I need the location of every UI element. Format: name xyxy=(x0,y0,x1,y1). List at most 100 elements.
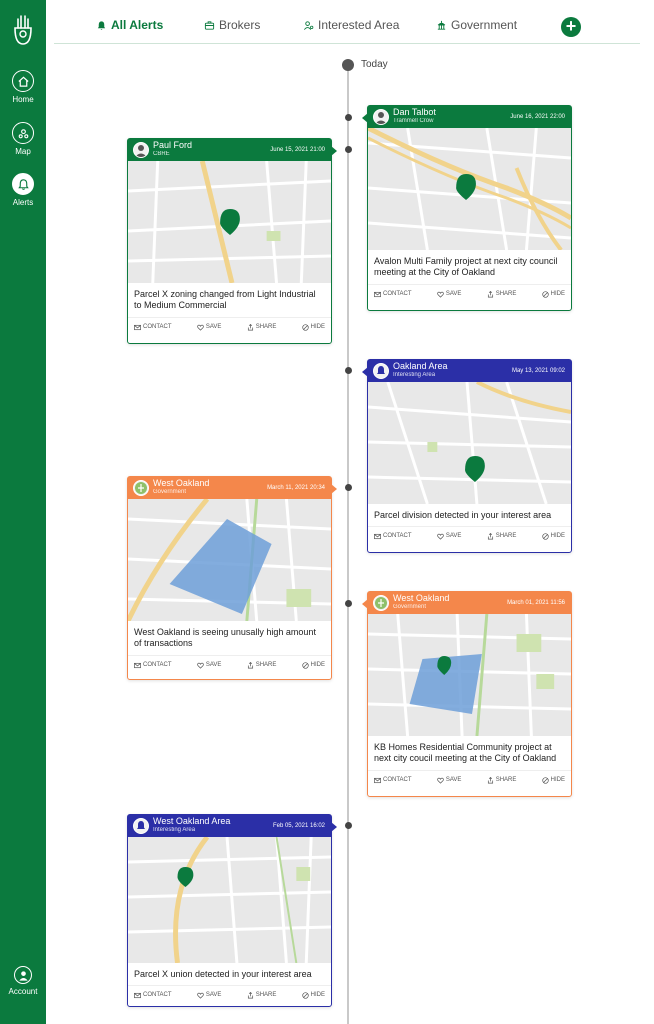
alert-card[interactable]: Paul Ford CBRE June 15, 2021 21:00 Parcel… xyxy=(127,138,337,344)
tab-interested-area[interactable]: Interested Area xyxy=(303,18,399,32)
avatar xyxy=(133,142,149,158)
map-thumbnail[interactable] xyxy=(128,837,331,963)
mail-icon xyxy=(374,291,381,297)
card-description: Parcel division detected in your interes… xyxy=(374,510,552,520)
card-actions: CONTACT SAVE SHARE HIDE xyxy=(128,655,331,671)
alert-card[interactable]: West Oakland Government March 01, 2021 11… xyxy=(362,591,572,797)
alert-card[interactable]: West Oakland Area Interesting Area Feb 05… xyxy=(127,814,337,1007)
contact-button[interactable]: CONTACT xyxy=(134,321,172,333)
contact-button[interactable]: CONTACT xyxy=(134,989,172,1001)
sidebar-item-account[interactable]: Account xyxy=(0,966,46,996)
timeline-dot xyxy=(345,600,352,607)
hide-icon xyxy=(301,661,309,669)
map-thumbnail[interactable] xyxy=(368,614,571,736)
contact-button[interactable]: CONTACT xyxy=(374,774,412,786)
avatar xyxy=(133,480,149,496)
hide-button[interactable]: HIDE xyxy=(541,530,565,542)
avatar xyxy=(373,595,389,611)
share-button[interactable]: SHARE xyxy=(247,659,276,671)
card-actions: CONTACT SAVE SHARE HIDE xyxy=(368,284,571,300)
avatar xyxy=(133,818,149,834)
card-description: Parcel X zoning changed from Light Indus… xyxy=(134,289,316,310)
timeline-dot xyxy=(345,114,352,121)
card-actions: CONTACT SAVE SHARE HIDE xyxy=(128,317,331,333)
map-icon xyxy=(12,122,34,144)
hide-icon xyxy=(541,532,549,540)
map-thumbnail[interactable] xyxy=(128,499,331,621)
card-header: West Oakland Government March 11, 2021 20… xyxy=(128,477,337,499)
card-header: West Oakland Government March 01, 2021 11… xyxy=(362,592,571,614)
heart-icon xyxy=(197,662,204,669)
mail-icon xyxy=(134,662,141,668)
interest-area-icon xyxy=(137,821,145,829)
save-button[interactable]: SAVE xyxy=(197,321,221,333)
share-icon xyxy=(247,991,253,998)
share-button[interactable]: SHARE xyxy=(247,989,276,1001)
map-thumbnail[interactable] xyxy=(368,382,571,504)
share-button[interactable]: SHARE xyxy=(487,288,516,300)
save-button[interactable]: SAVE xyxy=(437,288,461,300)
contact-button[interactable]: CONTACT xyxy=(374,288,412,300)
alert-card[interactable]: West Oakland Government March 11, 2021 20… xyxy=(127,476,337,680)
card-header: Paul Ford CBRE June 15, 2021 21:00 xyxy=(128,139,337,161)
share-button[interactable]: SHARE xyxy=(487,530,516,542)
alert-card[interactable]: Dan Talbot Trammell Crow June 16, 2021 22… xyxy=(362,105,572,311)
card-header: Dan Talbot Trammell Crow June 16, 2021 22… xyxy=(362,106,571,128)
contact-button[interactable]: CONTACT xyxy=(134,659,172,671)
hide-button[interactable]: HIDE xyxy=(301,659,325,671)
share-icon xyxy=(247,323,253,330)
card-actions: CONTACT SAVE SHARE HIDE xyxy=(128,985,331,1001)
tab-government[interactable]: Government xyxy=(436,18,517,32)
hide-button[interactable]: HIDE xyxy=(301,989,325,1001)
contact-button[interactable]: CONTACT xyxy=(374,530,412,542)
mail-icon xyxy=(134,992,141,998)
app-logo-icon[interactable] xyxy=(11,14,35,46)
sidebar-item-map[interactable]: Map xyxy=(0,122,46,156)
card-header: West Oakland Area Interesting Area Feb 05… xyxy=(128,815,337,837)
card-description: West Oakland is seeing unusally high amo… xyxy=(134,627,316,648)
card-description: KB Homes Residential Community project a… xyxy=(374,742,557,763)
sidebar-item-home[interactable]: Home xyxy=(0,70,46,104)
user-icon xyxy=(14,966,32,984)
tab-brokers[interactable]: Brokers xyxy=(204,18,260,32)
alert-card[interactable]: Oakland Area Interesting Area May 13, 202… xyxy=(362,359,572,553)
hide-button[interactable]: HIDE xyxy=(541,288,565,300)
avatar xyxy=(373,363,389,379)
government-seal-icon xyxy=(375,597,387,609)
avatar xyxy=(373,109,389,125)
sidebar: Home Map Alerts Account xyxy=(0,0,46,1024)
government-seal-icon xyxy=(135,482,147,494)
share-button[interactable]: SHARE xyxy=(247,321,276,333)
sidebar-item-label: Home xyxy=(12,95,34,104)
timeline-today-label: Today xyxy=(361,59,388,70)
share-button[interactable]: SHARE xyxy=(487,774,516,786)
bell-icon xyxy=(12,173,34,195)
sidebar-item-label: Account xyxy=(8,987,38,996)
save-button[interactable]: SAVE xyxy=(197,989,221,1001)
hide-button[interactable]: HIDE xyxy=(301,321,325,333)
app-root: Home Map Alerts Account All Alerts Broke… xyxy=(0,0,654,1024)
tab-all-alerts[interactable]: All Alerts xyxy=(96,18,163,32)
mail-icon xyxy=(134,324,141,330)
hide-icon xyxy=(541,290,549,298)
mail-icon xyxy=(374,777,381,783)
heart-icon xyxy=(437,777,444,784)
timeline-dot xyxy=(345,822,352,829)
hide-icon xyxy=(301,323,309,331)
save-button[interactable]: SAVE xyxy=(437,774,461,786)
timeline-dot xyxy=(345,146,352,153)
sidebar-item-label: Alerts xyxy=(12,198,34,207)
map-thumbnail[interactable] xyxy=(368,128,571,250)
map-thumbnail[interactable] xyxy=(128,161,331,283)
sidebar-item-alerts[interactable]: Alerts xyxy=(0,173,46,207)
save-button[interactable]: SAVE xyxy=(197,659,221,671)
briefcase-icon xyxy=(204,20,215,30)
save-button[interactable]: SAVE xyxy=(437,530,461,542)
timeline-dot xyxy=(345,367,352,374)
card-actions: CONTACT SAVE SHARE HIDE xyxy=(368,770,571,786)
card-description: Parcel X union detected in your interest… xyxy=(134,969,312,979)
add-alert-button[interactable]: + xyxy=(561,17,581,37)
card-header: Oakland Area Interesting Area May 13, 202… xyxy=(362,360,571,382)
hide-button[interactable]: HIDE xyxy=(541,774,565,786)
home-icon xyxy=(12,70,34,92)
